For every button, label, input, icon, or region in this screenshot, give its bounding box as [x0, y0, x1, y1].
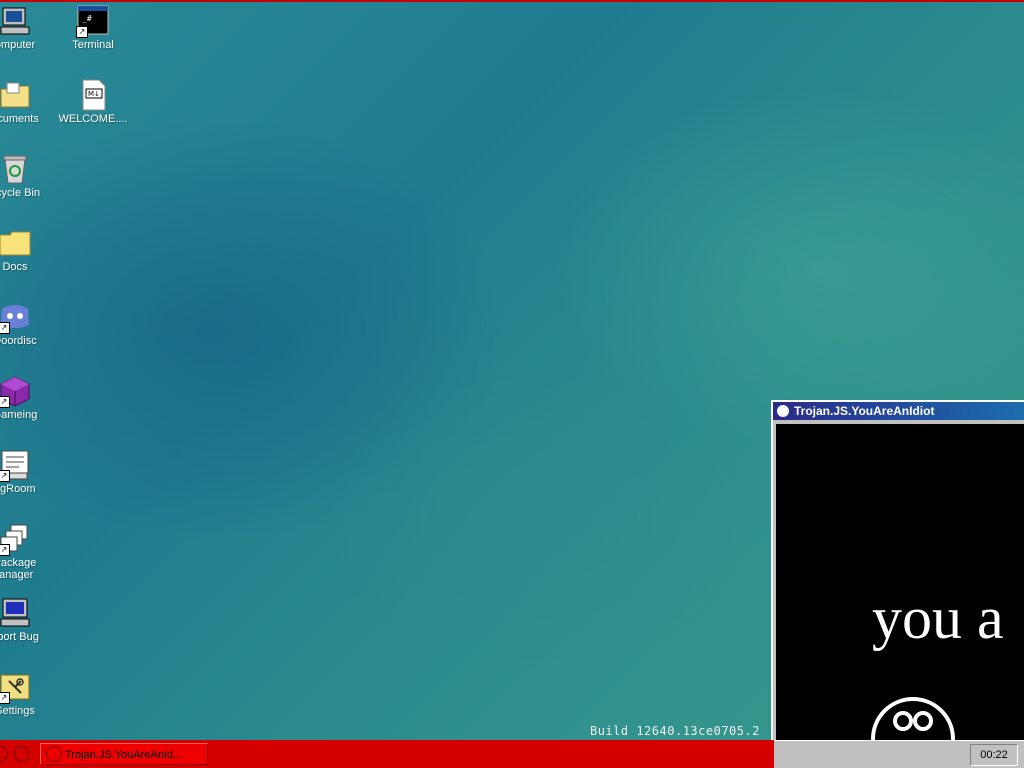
desktop-icon-label: ocuments	[0, 113, 39, 125]
desktop-icon-label-line2: lanager	[0, 569, 34, 581]
desktop-icon-label: Terminal	[72, 39, 114, 51]
desktop-icon-label: Docs	[2, 261, 28, 273]
smiley-icon	[46, 746, 62, 762]
desktop-icon-terminal[interactable]: _# ↗ Terminal	[53, 5, 133, 51]
clock[interactable]: 00:22	[970, 744, 1018, 766]
desktop-icon-label: WELCOME....	[58, 113, 128, 125]
desktop-icon-label: Doordisc	[0, 335, 37, 347]
start-button[interactable]	[0, 743, 36, 765]
desktop-icon-report-bug[interactable]: eport Bug	[0, 597, 55, 643]
build-version-text: Build 12640.13ce0705.2	[590, 724, 760, 738]
shortcut-arrow-icon: ↗	[0, 396, 10, 408]
desktop-icon-recycle-bin[interactable]: ecycle Bin	[0, 153, 55, 199]
taskbar-button-trojan[interactable]: Trojan.JS.YouAreAnId...	[40, 743, 208, 765]
desktop-icon-label: Package	[0, 557, 37, 569]
window-content: you a	[776, 424, 1024, 745]
desktop-icon-label: eport Bug	[0, 631, 39, 643]
desktop-icon-settings[interactable]: ↗ Settings	[0, 671, 55, 717]
desktop-icon-doordisc[interactable]: ↗ Doordisc	[0, 301, 55, 347]
svg-text:M↓: M↓	[88, 90, 100, 98]
desktop-icon-label: sgRoom	[0, 483, 36, 495]
desktop-icon-label: omputer	[0, 39, 36, 51]
shortcut-arrow-icon: ↗	[0, 470, 10, 482]
report-bug-icon	[0, 597, 31, 629]
documents-folder-icon	[0, 79, 31, 111]
trojan-window[interactable]: Trojan.JS.YouAreAnIdiot you a	[771, 400, 1024, 745]
big-smiley-icon	[871, 697, 955, 745]
shortcut-arrow-icon: ↗	[0, 322, 10, 334]
package-manager-icon: ↗	[0, 523, 31, 556]
top-border	[0, 0, 1024, 2]
markdown-file-icon: M↓	[77, 79, 109, 111]
taskbar-button-label: Trojan.JS.YouAreAnId...	[65, 749, 183, 761]
desktop-icon-gameing[interactable]: ↗ Gameing	[0, 375, 55, 421]
folder-icon	[0, 227, 31, 259]
terminal-icon: _# ↗	[76, 5, 109, 38]
start-smiley-icon	[0, 746, 8, 762]
game-cube-icon: ↗	[0, 375, 31, 408]
desktop-icon-label: Gameing	[0, 409, 38, 421]
desktop-icon-package-manager[interactable]: ↗ Package lanager	[0, 523, 55, 581]
desktop-icon-docs[interactable]: Docs	[0, 227, 55, 273]
desktop-icon-documents[interactable]: ocuments	[0, 79, 55, 125]
desktop-icon-welcome[interactable]: M↓ WELCOME....	[53, 79, 133, 125]
desktop-icon-msgroom[interactable]: ↗ sgRoom	[0, 449, 55, 495]
shortcut-arrow-icon: ↗	[76, 26, 88, 38]
shortcut-arrow-icon: ↗	[0, 544, 10, 556]
svg-text:_#: _#	[82, 14, 92, 23]
recycle-bin-icon	[0, 153, 31, 185]
system-tray: 00:22	[774, 740, 1024, 768]
desktop-icon-computer[interactable]: omputer	[0, 5, 55, 51]
message-room-icon: ↗	[0, 449, 31, 482]
chat-app-icon: ↗	[0, 301, 31, 334]
desktop-icon-label: ecycle Bin	[0, 187, 41, 199]
desktop-icon-label: Settings	[0, 705, 35, 717]
window-title: Trojan.JS.YouAreAnIdiot	[794, 404, 935, 418]
shortcut-arrow-icon: ↗	[0, 692, 10, 704]
computer-icon	[0, 5, 31, 37]
settings-icon: ↗	[0, 671, 31, 704]
smiley-icon	[777, 405, 789, 417]
you-are-idiot-text: you a	[872, 585, 1004, 651]
smiley-icon	[14, 746, 30, 762]
window-title-bar[interactable]: Trojan.JS.YouAreAnIdiot	[773, 402, 1024, 420]
